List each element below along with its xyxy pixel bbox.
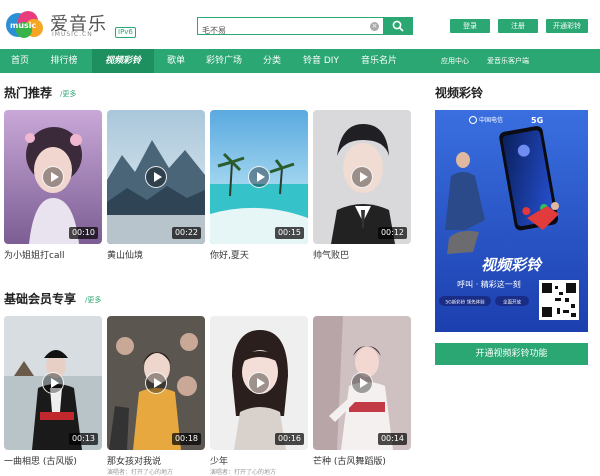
- video-thumbnail[interactable]: 00:12: [313, 110, 411, 244]
- search-button[interactable]: [383, 17, 413, 35]
- search-icon: [392, 20, 404, 32]
- nav-item-ringtone-diy[interactable]: 铃音 DIY: [294, 49, 348, 73]
- banner-5g: 5G: [531, 116, 543, 125]
- register-button[interactable]: 注册: [498, 19, 538, 33]
- nav-item-home[interactable]: 首页: [0, 49, 40, 73]
- nav-item-charts[interactable]: 排行榜: [40, 49, 88, 73]
- video-duration: 00:10: [68, 227, 98, 239]
- logo-domain: IMUSIC.CN: [52, 31, 93, 38]
- video-duration: 00:18: [171, 433, 201, 445]
- video-ringtone-banner[interactable]: 中国电信 5G 视频彩铃 呼叫 · 精彩这一刻 5G新彩铃 领先体验 全面开放: [435, 110, 588, 332]
- play-icon[interactable]: [248, 166, 270, 188]
- banner-tag-2: 全面开放: [503, 299, 521, 306]
- hot-section-title: 热门推荐: [4, 86, 53, 100]
- video-title[interactable]: 那女孩对我说: [107, 454, 161, 467]
- nav-item-ringtone-square[interactable]: 彩铃广场: [198, 49, 250, 73]
- play-icon[interactable]: [248, 372, 270, 394]
- video-duration: 00:15: [274, 227, 304, 239]
- play-icon[interactable]: [145, 166, 167, 188]
- app-center-link[interactable]: 应用中心: [441, 49, 469, 73]
- video-thumbnail[interactable]: 00:10: [4, 110, 102, 244]
- header: music 爱音乐 IMUSIC.CN IPv6 × 登录 注册 开通彩铃: [0, 0, 600, 48]
- video-title[interactable]: 芒种 (古风舞蹈版): [313, 454, 386, 467]
- imusic-logo[interactable]: music: [4, 8, 48, 40]
- hot-more-link[interactable]: /更多: [60, 89, 76, 99]
- side-section-title: 视频彩铃: [435, 86, 484, 100]
- video-thumbnail[interactable]: 00:13: [4, 316, 102, 450]
- login-button[interactable]: 登录: [450, 19, 490, 33]
- video-duration: 00:14: [377, 433, 407, 445]
- main-nav: 首页 排行榜 视频彩铃 歌单 彩铃广场 分类 铃音 DIY 音乐名片 应用中心 …: [0, 49, 600, 115]
- play-icon[interactable]: [145, 372, 167, 394]
- play-icon[interactable]: [42, 166, 64, 188]
- search-box: ×: [197, 17, 383, 39]
- open-video-ringtone-button[interactable]: 开通视频彩铃功能: [435, 343, 588, 365]
- nav-item-music-card[interactable]: 音乐名片: [352, 49, 406, 73]
- member-section-title: 基础会员专享: [4, 292, 77, 306]
- video-thumbnail[interactable]: 00:16: [210, 316, 308, 450]
- video-duration: 00:22: [171, 227, 201, 239]
- banner-tag-1: 5G新彩铃 领先体验: [445, 299, 485, 306]
- search-input[interactable]: [198, 22, 368, 39]
- banner-headline: 视频彩铃: [481, 256, 543, 274]
- video-title[interactable]: 黄山仙境: [107, 248, 143, 261]
- ipv6-badge: IPv6: [115, 27, 136, 38]
- video-duration: 00:16: [274, 433, 304, 445]
- video-thumbnail[interactable]: 00:22: [107, 110, 205, 244]
- video-title[interactable]: 少年: [210, 454, 228, 467]
- client-download-link[interactable]: 爱音乐客户端: [487, 49, 529, 73]
- play-icon[interactable]: [351, 166, 373, 188]
- member-more-link[interactable]: /更多: [85, 295, 101, 305]
- play-icon[interactable]: [42, 372, 64, 394]
- open-ringtone-button[interactable]: 开通彩铃: [546, 19, 588, 33]
- video-singer: 演唱者：打开了心的地方: [107, 469, 174, 476]
- video-thumbnail[interactable]: 00:18: [107, 316, 205, 450]
- banner-carrier: 中国电信: [479, 116, 503, 124]
- nav-item-video-ringtone[interactable]: 视频彩铃: [92, 49, 154, 73]
- nav-item-category[interactable]: 分类: [254, 49, 290, 73]
- video-thumbnail[interactable]: 00:15: [210, 110, 308, 244]
- video-title[interactable]: 帅气败巴: [313, 248, 349, 261]
- video-duration: 00:12: [377, 227, 407, 239]
- svg-text:music: music: [10, 21, 37, 30]
- video-title[interactable]: 你好,夏天: [210, 248, 249, 261]
- video-title[interactable]: 一曲相思 (古风版): [4, 454, 77, 467]
- banner-image: 中国电信 5G 视频彩铃 呼叫 · 精彩这一刻 5G新彩铃 领先体验 全面开放: [435, 110, 588, 332]
- banner-slogan: 呼叫 · 精彩这一刻: [457, 279, 521, 289]
- video-thumbnail[interactable]: 00:14: [313, 316, 411, 450]
- nav-item-playlist[interactable]: 歌单: [158, 49, 194, 73]
- video-singer: 演唱者：打开了心的地方: [210, 469, 277, 476]
- clear-icon[interactable]: ×: [370, 22, 379, 31]
- play-icon[interactable]: [351, 372, 373, 394]
- video-duration: 00:13: [68, 433, 98, 445]
- video-title[interactable]: 为小姐姐打call: [4, 248, 64, 261]
